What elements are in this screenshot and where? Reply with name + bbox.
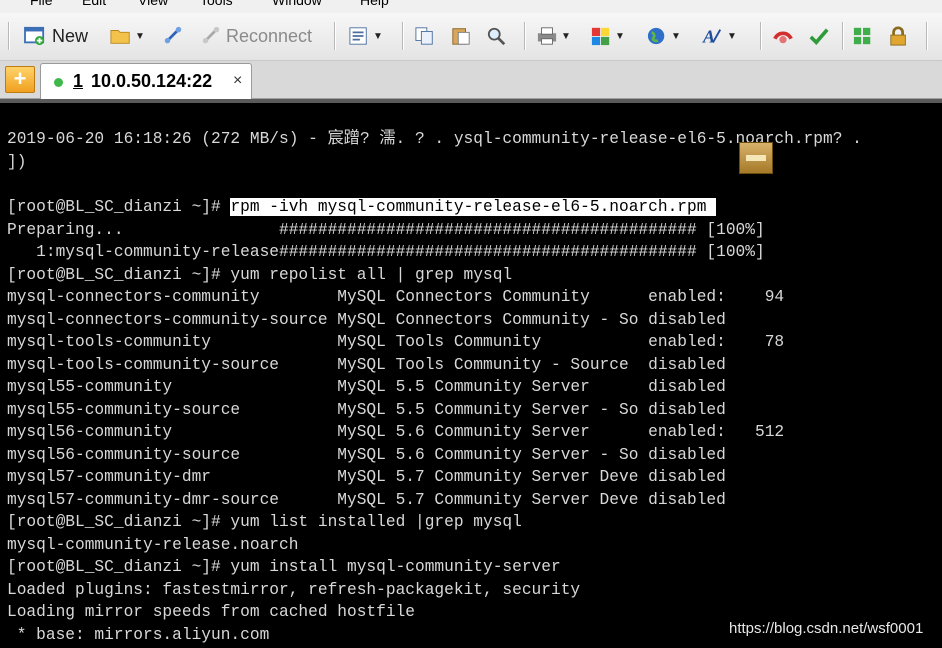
terminal-line: mysql57-community-dmr-source MySQL 5.7 C…: [7, 491, 726, 509]
color-icon: [591, 27, 610, 46]
menubar: File Edit View Tools Window Help: [0, 0, 942, 13]
terminal-line: 1:mysql-community-release###############…: [7, 243, 765, 261]
plus-icon: +: [13, 66, 27, 91]
terminal-line: * base: mirrors.aliyun.com: [7, 626, 270, 644]
tab-bar: + 1 10.0.50.124:22 ×: [0, 61, 942, 99]
toolbar-separator: [524, 22, 526, 50]
tab-title: 10.0.50.124:22: [91, 71, 213, 91]
chevron-down-icon: ▼: [373, 30, 383, 42]
tab-index: 1: [73, 71, 84, 91]
selected-command: rpm -ivh mysql-community-release-el6-5.n…: [230, 198, 717, 216]
font-button[interactable]: A ▼: [702, 21, 737, 51]
terminal-line: mysql-connectors-community-source MySQL …: [7, 311, 726, 329]
terminal-line: [root@BL_SC_dianzi ~]# yum list installe…: [7, 513, 522, 531]
lock-button[interactable]: [888, 21, 910, 51]
chevron-down-icon: ▼: [615, 30, 625, 42]
ime-indicator-icon: [739, 142, 773, 174]
script-icon: [349, 27, 367, 45]
reconnect-button[interactable]: Reconnect: [200, 21, 312, 51]
find-icon: [487, 27, 506, 46]
font-icon: A: [702, 26, 722, 46]
transfer-button[interactable]: [772, 21, 794, 51]
paste-button[interactable]: [450, 21, 472, 51]
chevron-down-icon: ▼: [727, 30, 737, 42]
reconnect-icon: [202, 26, 220, 44]
toolbar-separator: [402, 22, 404, 50]
layout-button[interactable]: [852, 21, 874, 51]
terminal-line: [root@BL_SC_dianzi ~]# yum install mysql…: [7, 558, 561, 576]
toolbar: New ▼ Reconnect ▼ ▼ ▼ ▼ A ▼: [0, 13, 942, 61]
toolbar-grip: [8, 22, 10, 50]
open-button[interactable]: ▼: [110, 21, 145, 51]
prompt-text: [root@BL_SC_dianzi ~]#: [7, 198, 231, 216]
chevron-down-icon: ▼: [671, 30, 681, 42]
toolbar-separator: [760, 22, 762, 50]
terminal-line: Loading mirror speeds from cached hostfi…: [7, 603, 415, 621]
svg-text:A: A: [702, 26, 715, 46]
script-button[interactable]: ▼: [348, 21, 383, 51]
connect-button[interactable]: [162, 21, 184, 51]
print-button[interactable]: ▼: [536, 21, 571, 51]
chevron-down-icon: ▼: [561, 30, 571, 42]
find-button[interactable]: [486, 21, 508, 51]
globe-icon: [647, 27, 665, 45]
toolbar-separator: [842, 22, 844, 50]
connection-status-icon: [54, 78, 63, 87]
reconnect-label: Reconnect: [226, 25, 313, 46]
terminal-line: mysql-community-release.noarch: [7, 536, 299, 554]
green-icon: [809, 28, 829, 46]
terminal-line: mysql56-community MySQL 5.6 Community Se…: [7, 423, 785, 441]
terminal-line: mysql55-community-source MySQL 5.5 Commu…: [7, 401, 726, 419]
terminal-line: ]): [7, 153, 27, 171]
color-button[interactable]: ▼: [590, 21, 625, 51]
new-session-button[interactable]: New: [24, 21, 88, 51]
menu-tools[interactable]: Tools: [200, 0, 233, 8]
close-icon[interactable]: ×: [233, 72, 242, 90]
watermark: https://blog.csdn.net/wsf0001: [729, 620, 924, 637]
menu-view[interactable]: View: [138, 0, 168, 8]
terminal-line: mysql57-community-dmr MySQL 5.7 Communit…: [7, 468, 726, 486]
terminal-line: mysql-connectors-community MySQL Connect…: [7, 288, 785, 306]
connect-icon: [164, 26, 182, 44]
layout-icon: [853, 27, 871, 45]
lock-icon: [890, 26, 906, 46]
terminal-line: 2019-06-20 16:18:26 (272 MB/s) - 宸蹭? 濡. …: [7, 130, 862, 148]
copy-button[interactable]: [414, 21, 436, 51]
open-folder-icon: [110, 30, 130, 44]
terminal-line: mysql-tools-community-source MySQL Tools…: [7, 356, 726, 374]
menu-file[interactable]: File: [30, 0, 53, 8]
terminal-line: Loaded plugins: fastestmirror, refresh-p…: [7, 581, 581, 599]
paste-icon: [452, 28, 470, 45]
sftp-button[interactable]: [808, 21, 830, 51]
terminal-line: [root@BL_SC_dianzi ~]# yum repolist all …: [7, 266, 513, 284]
toolbar-separator: [926, 22, 928, 50]
chevron-down-icon: ▼: [135, 30, 145, 42]
terminal-line: mysql56-community-source MySQL 5.6 Commu…: [7, 446, 726, 464]
terminal-line: [root@BL_SC_dianzi ~]# rpm -ivh mysql-co…: [7, 196, 717, 218]
red-icon: [773, 31, 793, 44]
terminal-line: mysql-tools-community MySQL Tools Commun…: [7, 333, 785, 351]
menu-help[interactable]: Help: [360, 0, 389, 8]
toolbar-separator: [334, 22, 336, 50]
add-tab-button[interactable]: +: [5, 66, 35, 93]
new-label: New: [52, 25, 89, 46]
terminal-output[interactable]: 2019-06-20 16:18:26 (272 MB/s) - 宸蹭? 濡. …: [0, 99, 942, 648]
terminal-line: mysql55-community MySQL 5.5 Community Se…: [7, 378, 726, 396]
print-icon: [537, 27, 557, 45]
new-session-icon: [24, 26, 45, 46]
globe-button[interactable]: ▼: [646, 21, 681, 51]
terminal-line: Preparing... ###########################…: [7, 221, 765, 239]
copy-icon: [415, 27, 433, 45]
menu-edit[interactable]: Edit: [82, 0, 106, 8]
tab-session-1[interactable]: 1 10.0.50.124:22 ×: [40, 63, 252, 99]
menu-window[interactable]: Window: [272, 0, 322, 8]
